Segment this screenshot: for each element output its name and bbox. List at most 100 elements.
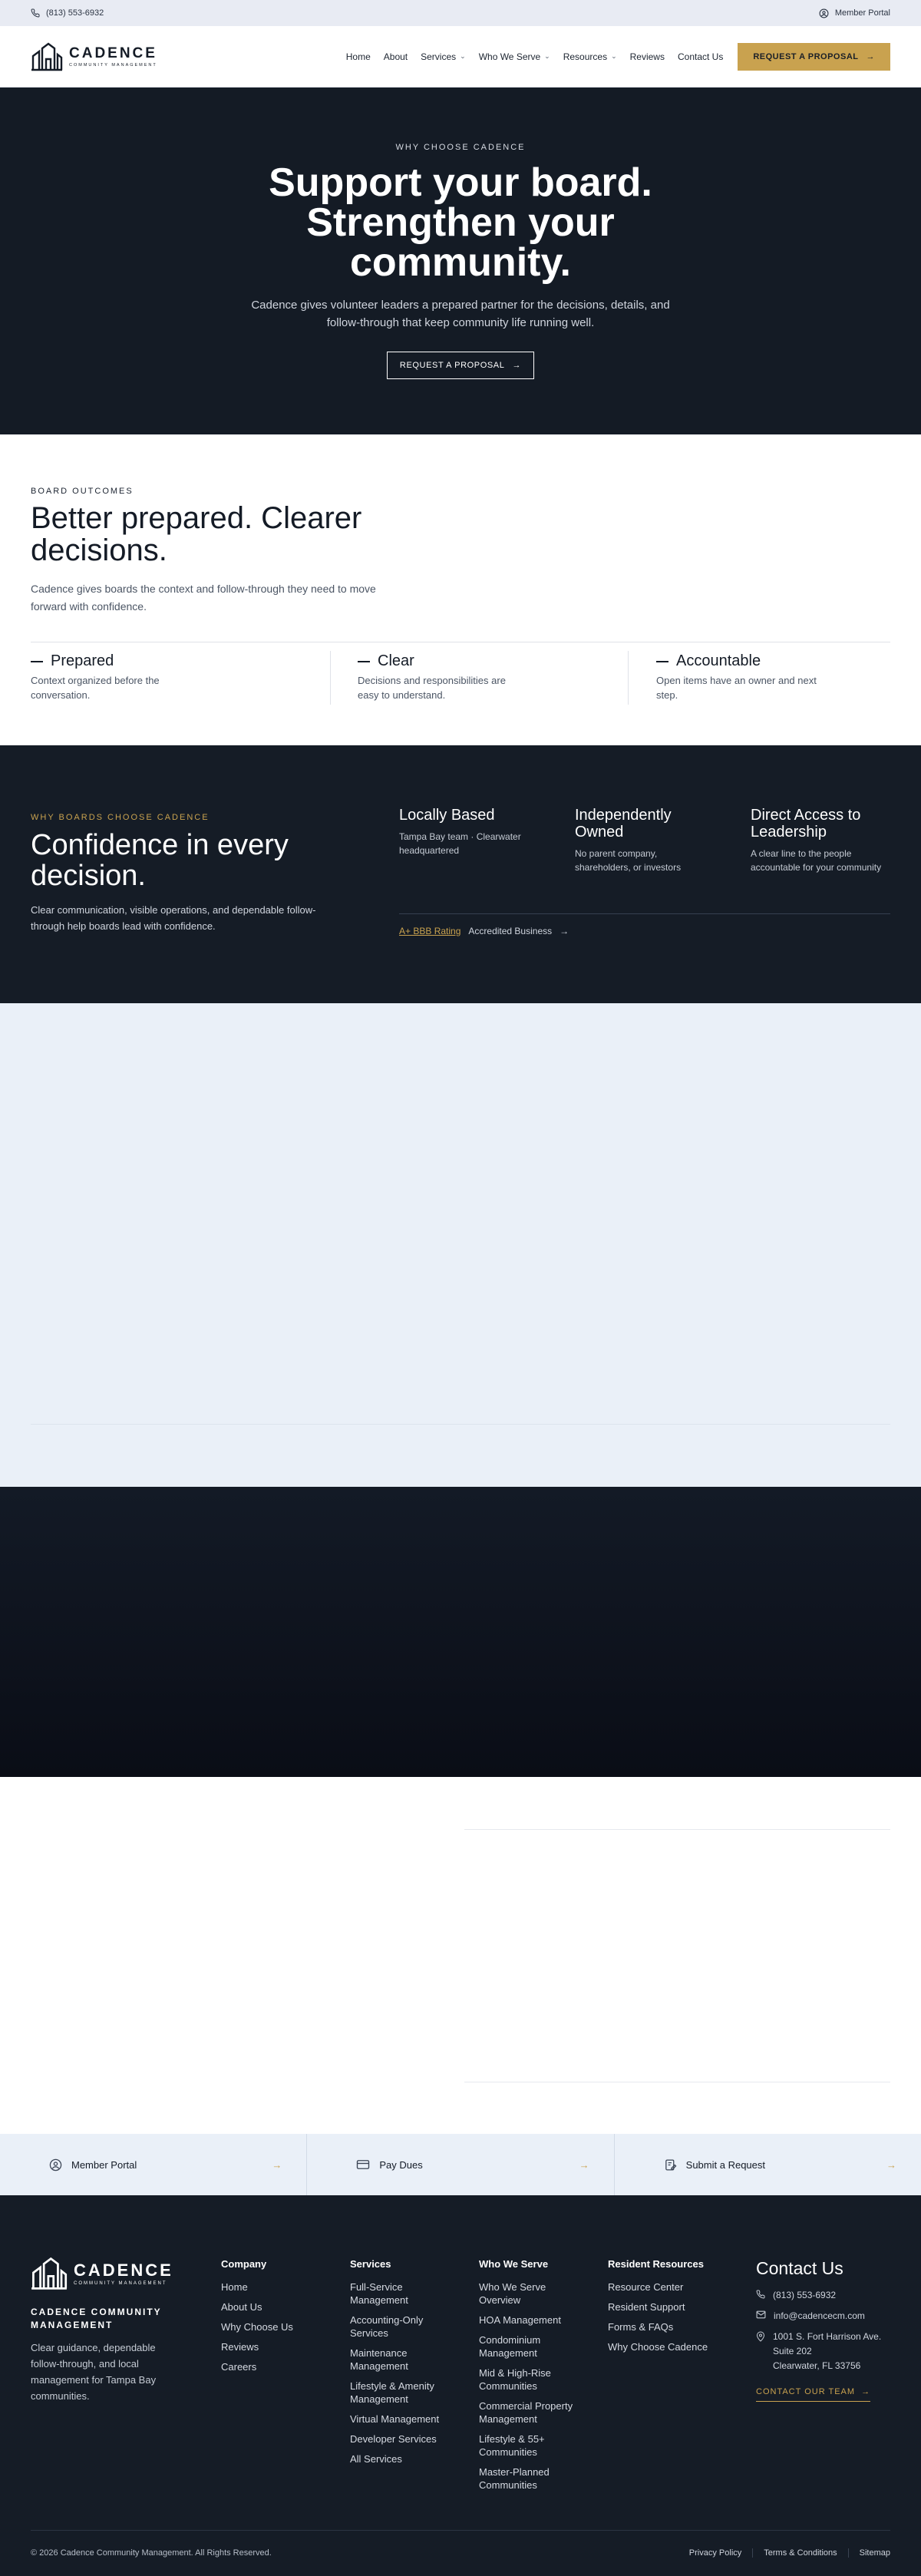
legal-links: Privacy Policy Terms & Conditions Sitema… xyxy=(678,2548,890,2558)
copyright: © 2026 Cadence Community Management. All… xyxy=(31,2548,272,2558)
user-circle-icon xyxy=(819,8,829,18)
footer-link[interactable]: Resource Center xyxy=(608,2280,731,2294)
footer-link[interactable]: Condominium Management xyxy=(479,2333,586,2360)
request-proposal-button[interactable]: REQUEST A PROPOSAL → xyxy=(738,42,890,71)
footer-link[interactable]: Forms & FAQs xyxy=(608,2320,731,2333)
footer-link[interactable]: All Services xyxy=(350,2452,446,2465)
footer-link[interactable]: Lifestyle & 55+ Communities xyxy=(479,2432,586,2459)
main-nav: Home About Services ⌄ Who We Serve ⌄ Resou… xyxy=(346,42,890,71)
user-circle-icon xyxy=(49,2158,62,2171)
site-header: CADENCE COMMUNITY MANAGEMENT Home About … xyxy=(0,26,921,88)
outcomes-subtitle: Cadence gives boards the context and fol… xyxy=(31,583,376,613)
arrow-right-icon: → xyxy=(512,361,522,370)
hero-section: WHY CHOOSE CADENCE Support your board. S… xyxy=(0,88,921,434)
topbar-phone-text: (813) 553-6932 xyxy=(46,8,104,18)
light-content-band xyxy=(0,1003,921,1487)
nav-resources-label: Resources xyxy=(563,51,608,62)
footer-link[interactable]: Careers xyxy=(221,2360,328,2373)
hero-request-proposal-button[interactable]: REQUEST A PROPOSAL → xyxy=(387,352,534,379)
divider xyxy=(31,1424,890,1425)
address-line: 1001 S. Fort Harrison Ave. xyxy=(773,2331,882,2342)
footer-column-heading: Resident Resources xyxy=(608,2258,704,2270)
footer-phone-text: (813) 553-6932 xyxy=(773,2290,837,2300)
footer-link[interactable]: Why Choose Cadence xyxy=(608,2340,731,2353)
footer-brand: CADENCE COMMUNITY MANAGEMENT CADENCE COM… xyxy=(31,2257,184,2404)
quick-link-pay-dues[interactable]: Pay Dues → xyxy=(307,2134,615,2195)
footer-link[interactable]: Reviews xyxy=(221,2340,328,2353)
address-line: Clearwater, FL 33756 xyxy=(773,2360,861,2371)
topbar-phone-link[interactable]: (813) 553-6932 xyxy=(31,8,104,18)
feature-title: Accountable xyxy=(676,652,761,669)
nav-home[interactable]: Home xyxy=(346,51,371,62)
map-pin-icon xyxy=(756,2330,765,2373)
pillar-title: Independently Owned xyxy=(575,807,672,841)
footer-link[interactable]: Maintenance Management xyxy=(350,2346,446,2373)
bbb-badge[interactable]: A+ BBB Rating Accredited Business → xyxy=(399,926,569,936)
divider xyxy=(31,2530,890,2531)
nav-who-we-serve[interactable]: Who We Serve ⌄ xyxy=(479,51,550,62)
footer-phone-link[interactable]: (813) 553-6932 xyxy=(756,2288,898,2303)
arrow-right-icon: → xyxy=(886,2158,896,2171)
outcomes-title: Better prepared. Clearer decisions. xyxy=(31,501,362,567)
footer-column-heading: Company xyxy=(221,2258,267,2270)
topbar-portal-text: Member Portal xyxy=(834,8,890,18)
footer-resources-column: Resident Resources Resource Center Resid… xyxy=(608,2258,731,2360)
footer-link[interactable]: About Us xyxy=(221,2300,328,2313)
footer-link[interactable]: Lifestyle & Amenity Management xyxy=(350,2379,446,2406)
footer-link[interactable]: Developer Services xyxy=(350,2432,446,2446)
footer-email-text: info@cadencecm.com xyxy=(774,2310,865,2321)
nav-contact-us[interactable]: Contact Us xyxy=(678,51,723,62)
privacy-policy-link[interactable]: Privacy Policy xyxy=(678,2548,752,2558)
pillar-independently-owned: Independently Owned No parent company, s… xyxy=(575,807,713,874)
hero-button-label: REQUEST A PROPOSAL xyxy=(399,361,505,370)
outcomes-eyebrow: BOARD OUTCOMES xyxy=(31,487,134,496)
chevron-down-icon: ⌄ xyxy=(544,52,550,60)
footer-services-column: Services Full-Service Management Account… xyxy=(350,2258,446,2472)
nav-resources[interactable]: Resources ⌄ xyxy=(563,51,617,62)
dash-icon xyxy=(656,660,668,662)
footer-link[interactable]: Who We Serve Overview xyxy=(479,2280,586,2307)
footer-link[interactable]: Virtual Management xyxy=(350,2413,446,2426)
footer-link[interactable]: Mid & High-Rise Communities xyxy=(479,2366,586,2393)
contact-our-team-link[interactable]: CONTACT OUR TEAM → xyxy=(756,2387,871,2402)
feature-title: Clear xyxy=(378,652,414,669)
footer-link[interactable]: Home xyxy=(221,2280,328,2294)
nav-services[interactable]: Services ⌄ xyxy=(421,51,466,62)
footer-link[interactable]: Master-Planned Communities xyxy=(479,2465,586,2492)
quick-link-member-portal[interactable]: Member Portal → xyxy=(0,2134,308,2195)
footer-link[interactable]: Resident Support xyxy=(608,2300,731,2313)
request-proposal-label: REQUEST A PROPOSAL xyxy=(753,51,859,61)
footer-email-link[interactable]: info@cadencecm.com xyxy=(756,2309,898,2323)
pillar-direct-access: Direct Access to Leadership A clear line… xyxy=(751,807,890,874)
hero-eyebrow: WHY CHOOSE CADENCE xyxy=(395,143,526,152)
bbb-label: Accredited Business xyxy=(468,926,553,936)
footer-link[interactable]: HOA Management xyxy=(479,2313,586,2327)
footer-link[interactable]: Accounting-Only Services xyxy=(350,2313,446,2340)
footer-contact-heading: Contact Us xyxy=(756,2258,843,2278)
footer-link[interactable]: Commercial Property Management xyxy=(479,2399,586,2426)
footer-logo[interactable]: CADENCE COMMUNITY MANAGEMENT xyxy=(31,2257,184,2290)
terms-link[interactable]: Terms & Conditions xyxy=(752,2548,847,2558)
footer-link[interactable]: Full-Service Management xyxy=(350,2280,446,2307)
logo-tagline: COMMUNITY MANAGEMENT xyxy=(74,2280,167,2286)
nav-reviews[interactable]: Reviews xyxy=(630,51,665,62)
logo-wordmark: CADENCE xyxy=(69,45,157,61)
pillar-desc: No parent company, shareholders, or inve… xyxy=(575,848,682,873)
footer-who-we-serve-column: Who We Serve Who We Serve Overview HOA M… xyxy=(479,2258,586,2498)
quick-link-label: Submit a Request xyxy=(685,2158,765,2171)
feature-accountable: Accountable Open items have an owner and… xyxy=(656,652,817,702)
footer-link[interactable]: Why Choose Us xyxy=(221,2320,328,2333)
pillar-locally-based: Locally Based Tampa Bay team · Clearwate… xyxy=(399,807,553,857)
topbar-member-portal-link[interactable]: Member Portal xyxy=(819,8,890,18)
cadence-logo-icon xyxy=(31,2257,68,2290)
nav-about[interactable]: About xyxy=(384,51,408,62)
footer-company-column: Company Home About Us Why Choose Us Revi… xyxy=(221,2258,328,2380)
bbb-rating: A+ BBB Rating xyxy=(399,926,461,936)
quick-link-submit-request[interactable]: Submit a Request → xyxy=(615,2134,921,2195)
footer-brand-name: CADENCE COMMUNITY MANAGEMENT xyxy=(31,2307,162,2330)
sitemap-link[interactable]: Sitemap xyxy=(847,2548,890,2558)
site-logo[interactable]: CADENCE COMMUNITY MANAGEMENT xyxy=(31,42,157,71)
site-footer: CADENCE COMMUNITY MANAGEMENT CADENCE COM… xyxy=(0,2195,921,2576)
chevron-down-icon: ⌄ xyxy=(460,52,466,60)
nav-who-we-serve-label: Who We Serve xyxy=(478,51,541,62)
